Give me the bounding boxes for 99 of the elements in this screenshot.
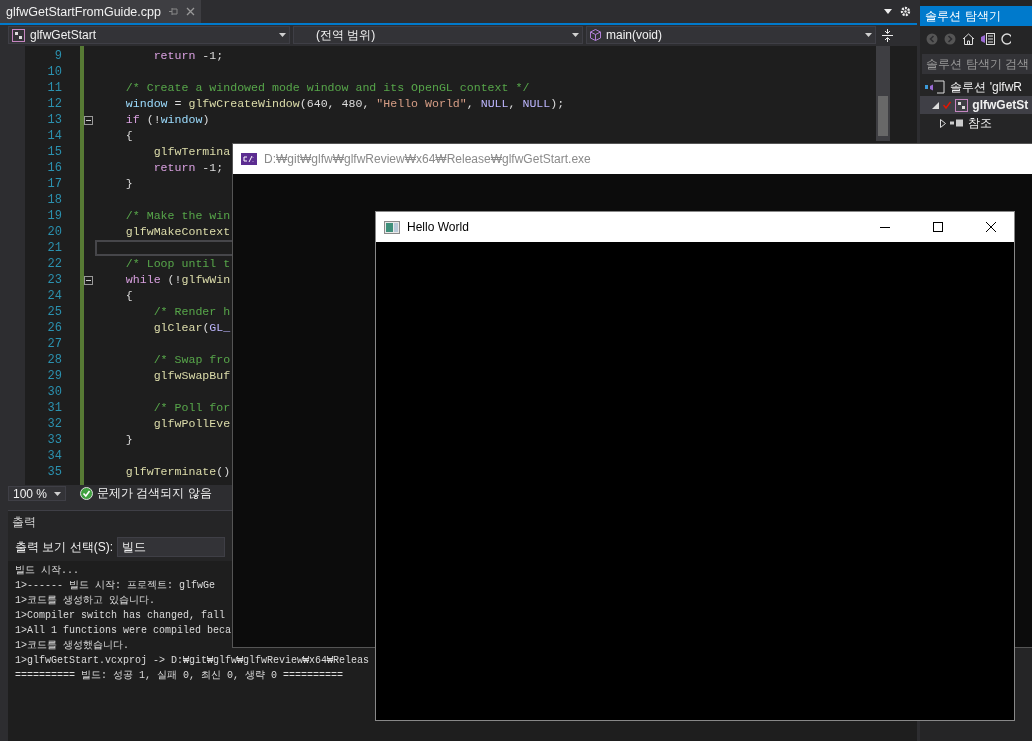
solution-icon bbox=[924, 80, 947, 94]
code-line: glfwTermina bbox=[152, 145, 231, 158]
line-number: 24 bbox=[46, 288, 62, 304]
code-line: return -1; bbox=[152, 161, 224, 174]
line-number: 19 bbox=[46, 208, 62, 224]
output-line: ========== 빌드: 성공 1, 실패 0, 최신 0, 생략 0 ========== bbox=[15, 669, 345, 683]
line-number: 23 bbox=[46, 272, 62, 288]
line-number: 15 bbox=[46, 144, 62, 160]
line-number: 20 bbox=[46, 224, 62, 240]
line-number: 18 bbox=[46, 192, 62, 208]
code-line: { bbox=[124, 289, 133, 302]
line-number: 21 bbox=[46, 240, 62, 256]
tree-item[interactable]: glfwGetSt bbox=[920, 96, 1032, 114]
code-line: window = glfwCreateWindow(640, 480, "Hello World", NULL, NULL); bbox=[124, 97, 565, 110]
code-line: /* Render h bbox=[152, 305, 231, 318]
collapse-icon[interactable] bbox=[84, 275, 93, 285]
code-line: while (!glfwWin bbox=[124, 273, 231, 286]
line-number: 12 bbox=[46, 96, 62, 112]
reference-icon bbox=[950, 119, 965, 127]
line-number: 17 bbox=[46, 176, 62, 192]
maximize-icon bbox=[933, 222, 943, 232]
caret-icon bbox=[572, 33, 579, 37]
document-icon[interactable] bbox=[981, 33, 996, 45]
line-number: 22 bbox=[46, 256, 62, 272]
line-number: 10 bbox=[46, 64, 62, 80]
line-number: 26 bbox=[46, 320, 62, 336]
document-tab[interactable]: glfwGetStartFromGuide.cpp bbox=[0, 0, 201, 23]
code-line: glfwPollEve bbox=[152, 417, 231, 430]
collapse-icon[interactable] bbox=[84, 115, 93, 125]
code-line: { bbox=[124, 129, 133, 142]
split-button[interactable] bbox=[879, 26, 895, 44]
line-number: 31 bbox=[46, 400, 62, 416]
zoom-dropdown[interactable]: 100 % bbox=[8, 486, 66, 501]
output-line: 빌드 시작... bbox=[15, 564, 80, 578]
panel-title: 출력 bbox=[12, 513, 36, 531]
code-line: glfwTerminate() bbox=[124, 465, 231, 478]
splitter-icon bbox=[881, 28, 893, 42]
output-line: 1>------ 빌드 시작: 프로젝트: glfwGe bbox=[15, 579, 217, 593]
line-number: 29 bbox=[46, 368, 62, 384]
tree-item[interactable]: 솔루션 'glfwR bbox=[920, 78, 1032, 96]
code-line: if (!window) bbox=[124, 113, 210, 126]
code-line: glfwSwapBuf bbox=[152, 369, 231, 382]
cube-icon bbox=[590, 29, 601, 41]
source-dropdown[interactable]: 빌드 bbox=[117, 537, 225, 557]
scrollbar[interactable] bbox=[876, 46, 890, 141]
window-icon bbox=[384, 220, 400, 234]
line-number: 25 bbox=[46, 304, 62, 320]
code-line: /* Poll for bbox=[152, 401, 231, 414]
window-title: D:₩git₩glfw₩glfwReview₩x64₩Release₩glfwGetStart.exe bbox=[264, 152, 591, 166]
line-number: 33 bbox=[46, 432, 62, 448]
caret-icon bbox=[865, 33, 872, 37]
line-number: 27 bbox=[46, 336, 62, 352]
line-number: 11 bbox=[46, 80, 62, 96]
output-line: 1>코드를 생성하고 있습니다. bbox=[15, 594, 156, 608]
scope-dropdown[interactable]: (전역 범위) bbox=[293, 26, 583, 44]
caret-icon bbox=[54, 491, 61, 496]
pin-icon[interactable] bbox=[168, 7, 178, 16]
settings-icon[interactable] bbox=[900, 6, 912, 17]
panel-title: 솔루션 탐색기 bbox=[925, 7, 1001, 25]
project-icon bbox=[955, 98, 969, 112]
close-icon[interactable] bbox=[185, 7, 195, 16]
line-number: 34 bbox=[46, 448, 62, 464]
output-line: 1>코드를 생성했습니다. bbox=[15, 639, 130, 653]
home-icon[interactable] bbox=[962, 33, 976, 45]
line-number: 30 bbox=[46, 384, 62, 400]
code-line: } bbox=[124, 433, 133, 446]
line-number: 35 bbox=[46, 464, 62, 480]
project-icon bbox=[12, 28, 25, 42]
line-number: 32 bbox=[46, 416, 62, 432]
member-dropdown[interactable]: main(void) bbox=[586, 26, 876, 44]
code-line: /* Loop until t bbox=[124, 257, 231, 270]
tree-item[interactable]: 참조 bbox=[920, 114, 1032, 132]
check-mark-icon bbox=[943, 101, 952, 109]
close-icon bbox=[986, 222, 996, 232]
line-number: 9 bbox=[53, 48, 62, 64]
line-number: 14 bbox=[46, 128, 62, 144]
code-line: /* Swap fro bbox=[152, 353, 231, 366]
code-line: } bbox=[124, 177, 133, 190]
console-icon bbox=[241, 153, 257, 165]
dropdown-icon[interactable] bbox=[884, 9, 893, 14]
output-line: 1>glfwGetStart.vcxproj -> D:₩git₩glfw₩glfwReview₩x64₩Releas bbox=[15, 654, 371, 668]
code-line: /* Create a windowed mode window and its OpenGL context */ bbox=[124, 81, 530, 94]
code-line: /* Make the win bbox=[124, 209, 231, 222]
output-line: 1>All 1 functions were compiled beca bbox=[15, 624, 233, 638]
line-number: 16 bbox=[46, 160, 62, 176]
line-number: 13 bbox=[46, 112, 62, 128]
project-dropdown[interactable]: glfwGetStart bbox=[8, 26, 290, 44]
issues-status: 문제가 검색되지 않음 bbox=[97, 485, 212, 502]
code-line: glClear(GL_ bbox=[152, 321, 231, 334]
window-title: Hello World bbox=[407, 220, 470, 234]
tab-title: glfwGetStartFromGuide.cpp bbox=[6, 4, 161, 19]
source-label: 출력 보기 선택(S): bbox=[15, 538, 113, 556]
line-number: 28 bbox=[46, 352, 62, 368]
output-line: 1>Compiler switch has changed, fall bbox=[15, 609, 227, 623]
caret-icon bbox=[279, 33, 286, 37]
check-icon bbox=[80, 487, 93, 500]
code-line: glfwMakeContext bbox=[124, 225, 231, 238]
code-line: return -1; bbox=[152, 49, 224, 62]
search-field[interactable]: 솔루션 탐색기 검색 bbox=[922, 54, 1032, 74]
